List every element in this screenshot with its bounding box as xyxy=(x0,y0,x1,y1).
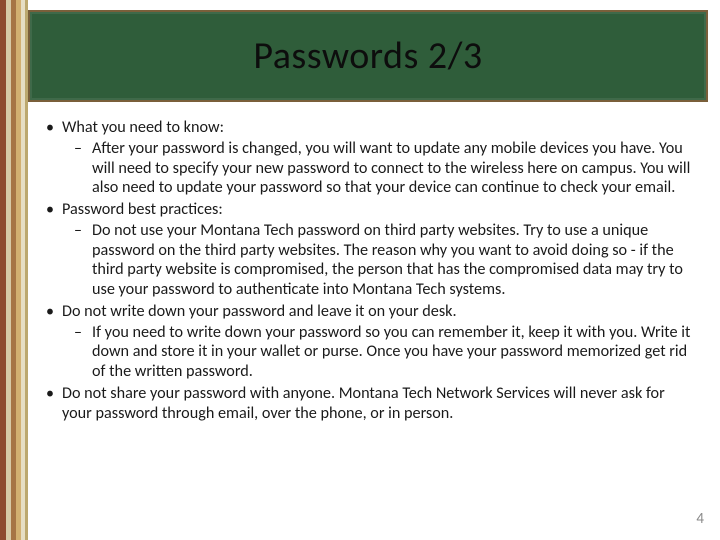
sub-bullet-item: If you need to write down your password … xyxy=(62,323,698,382)
slide-title: Passwords 2/3 xyxy=(253,33,482,79)
sub-bullet-text: If you need to write down your password … xyxy=(92,323,690,382)
bullet-text: Do not share your password with anyone. … xyxy=(62,384,665,423)
bullet-item: Do not write down your password and leav… xyxy=(40,302,698,382)
bullet-text: Do not write down your password and leav… xyxy=(62,302,457,321)
bullet-item: Password best practices: Do not use your… xyxy=(40,200,698,300)
sub-bullet-text: Do not use your Montana Tech password on… xyxy=(92,221,683,299)
title-banner: Passwords 2/3 xyxy=(28,10,708,102)
bullet-text: Password best practices: xyxy=(62,200,223,219)
sub-bullet-item: After your password is changed, you will… xyxy=(62,139,698,198)
sub-bullet-item: Do not use your Montana Tech password on… xyxy=(62,221,698,300)
bullet-item: Do not share your password with anyone. … xyxy=(40,384,698,424)
bullet-item: What you need to know: After your passwo… xyxy=(40,118,698,198)
slide-body: What you need to know: After your passwo… xyxy=(40,118,698,526)
page-number: 4 xyxy=(696,510,704,528)
sub-bullet-text: After your password is changed, you will… xyxy=(92,139,690,198)
bullet-text: What you need to know: xyxy=(62,118,224,137)
